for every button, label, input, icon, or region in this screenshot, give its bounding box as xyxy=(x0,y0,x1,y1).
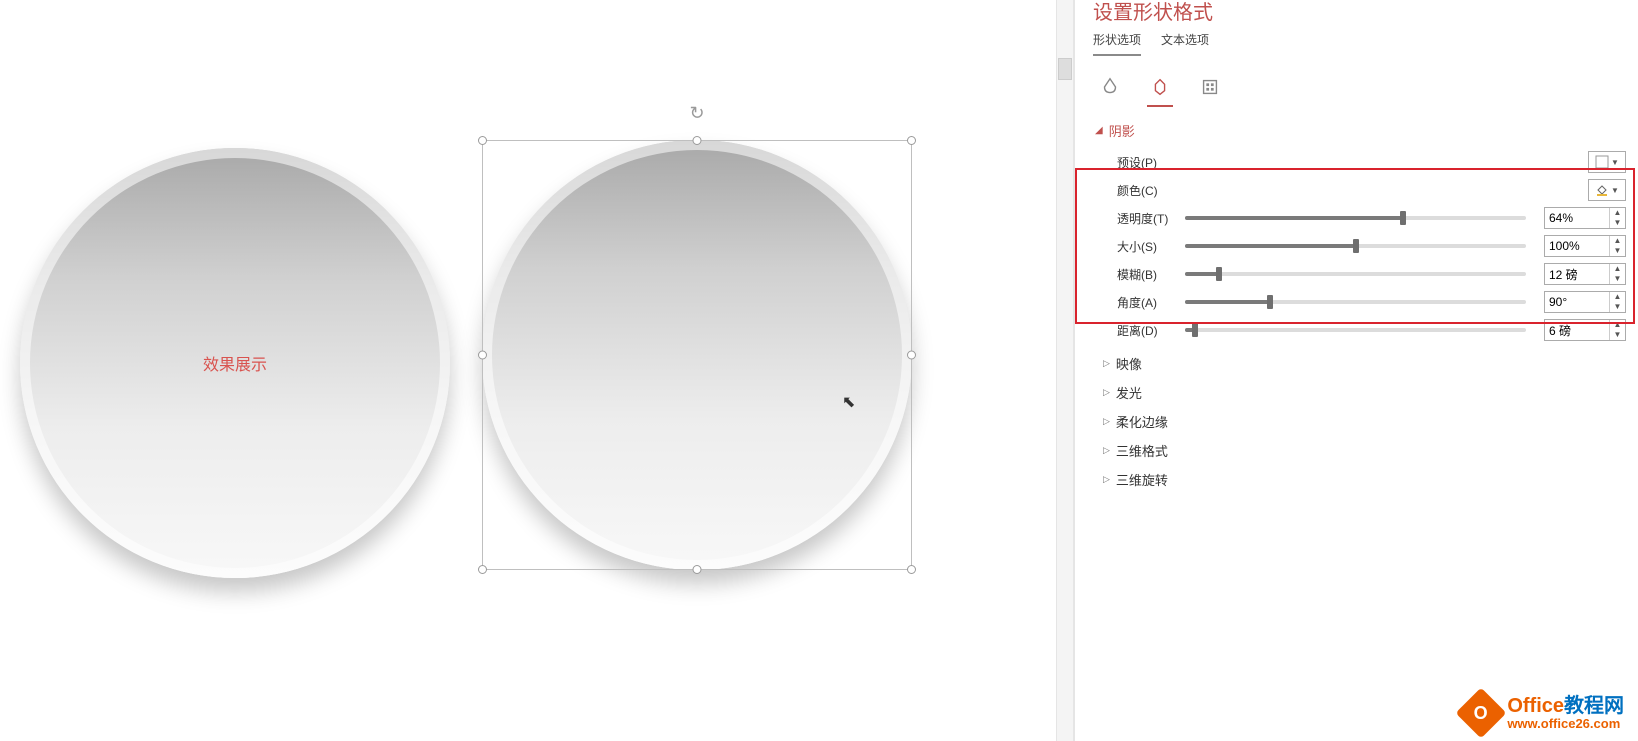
reflection-label: 映像 xyxy=(1116,354,1142,373)
preset-label: 预设(P) xyxy=(1117,154,1185,171)
color-row: 颜色(C) ▼ xyxy=(1093,176,1626,204)
reflection-section[interactable]: ▷ 映像 xyxy=(1103,354,1626,373)
watermark-logo-icon: O xyxy=(1456,687,1507,738)
shadow-section-header[interactable]: ◢ 阴影 xyxy=(1095,121,1626,140)
watermark: O Office教程网 www.office26.com xyxy=(1463,695,1624,731)
watermark-url: www.office26.com xyxy=(1507,717,1624,731)
chevron-down-icon: ▼ xyxy=(1611,186,1619,195)
slider-thumb[interactable] xyxy=(1400,211,1406,225)
size-slider[interactable] xyxy=(1185,244,1526,248)
distance-slider[interactable] xyxy=(1185,328,1526,332)
spin-down-icon[interactable]: ▼ xyxy=(1610,218,1625,228)
fill-line-icon[interactable] xyxy=(1097,74,1123,107)
slider-thumb[interactable] xyxy=(1192,323,1198,337)
chevron-down-icon: ▼ xyxy=(1611,158,1619,167)
format-3d-section[interactable]: ▷ 三维格式 xyxy=(1103,441,1626,460)
rotation-3d-label: 三维旋转 xyxy=(1116,470,1168,489)
spin-up-icon[interactable]: ▲ xyxy=(1610,292,1625,302)
format-3d-label: 三维格式 xyxy=(1116,441,1168,460)
color-label: 颜色(C) xyxy=(1117,182,1185,199)
panel-tabs: 形状选项 文本选项 xyxy=(1093,31,1626,56)
size-row: 大小(S) ▲▼ xyxy=(1093,232,1626,260)
glow-section[interactable]: ▷ 发光 xyxy=(1103,383,1626,402)
distance-spinner[interactable]: ▲▼ xyxy=(1544,319,1626,341)
format-shape-panel: 设置形状格式 形状选项 文本选项 ◢ 阴影 预设(P) ▼ 颜色(C) xyxy=(1074,0,1638,741)
soft-edges-label: 柔化边缘 xyxy=(1116,412,1168,431)
rotation-3d-section[interactable]: ▷ 三维旋转 xyxy=(1103,470,1626,489)
rotate-handle-icon[interactable]: ↻ xyxy=(689,103,704,124)
cursor-icon: ⬉ xyxy=(842,392,855,412)
resize-handle-ne[interactable] xyxy=(907,136,916,145)
blur-label: 模糊(B) xyxy=(1117,266,1185,283)
spin-up-icon[interactable]: ▲ xyxy=(1610,208,1625,218)
preset-dropdown[interactable]: ▼ xyxy=(1588,151,1626,173)
angle-input[interactable] xyxy=(1545,295,1609,309)
panel-scrollbar[interactable] xyxy=(1630,0,1638,741)
watermark-title: Office教程网 xyxy=(1507,695,1624,717)
slider-thumb[interactable] xyxy=(1267,295,1273,309)
spin-down-icon[interactable]: ▼ xyxy=(1610,330,1625,340)
slider-thumb[interactable] xyxy=(1216,267,1222,281)
spin-down-icon[interactable]: ▼ xyxy=(1610,302,1625,312)
distance-row: 距离(D) ▲▼ xyxy=(1093,316,1626,344)
distance-label: 距离(D) xyxy=(1117,322,1185,339)
soft-edges-section[interactable]: ▷ 柔化边缘 xyxy=(1103,412,1626,431)
spin-up-icon[interactable]: ▲ xyxy=(1610,264,1625,274)
effects-icon[interactable] xyxy=(1147,74,1173,107)
expand-icon: ▷ xyxy=(1103,387,1110,398)
size-input[interactable] xyxy=(1545,239,1609,253)
category-icons xyxy=(1097,74,1626,107)
circle-label: 效果展示 xyxy=(203,351,267,375)
transparency-label: 透明度(T) xyxy=(1117,210,1185,227)
preset-row: 预设(P) ▼ xyxy=(1093,148,1626,176)
slider-thumb[interactable] xyxy=(1353,239,1359,253)
preset-swatch-icon xyxy=(1595,155,1609,169)
size-spinner[interactable]: ▲▼ xyxy=(1544,235,1626,257)
tab-shape-options[interactable]: 形状选项 xyxy=(1093,31,1141,56)
expand-icon: ▷ xyxy=(1103,416,1110,427)
tab-text-options[interactable]: 文本选项 xyxy=(1161,31,1209,56)
shadow-header-label: 阴影 xyxy=(1109,121,1135,140)
blur-slider[interactable] xyxy=(1185,272,1526,276)
transparency-input[interactable] xyxy=(1545,211,1609,225)
glow-label: 发光 xyxy=(1116,383,1142,402)
example-circle-right[interactable] xyxy=(482,140,912,570)
color-dropdown[interactable]: ▼ xyxy=(1588,179,1626,201)
blur-input[interactable] xyxy=(1545,267,1609,281)
panel-title: 设置形状格式 xyxy=(1093,0,1626,25)
spin-up-icon[interactable]: ▲ xyxy=(1610,320,1625,330)
spin-down-icon[interactable]: ▼ xyxy=(1610,246,1625,256)
expand-icon: ▷ xyxy=(1103,445,1110,456)
resize-handle-se[interactable] xyxy=(907,565,916,574)
transparency-spinner[interactable]: ▲▼ xyxy=(1544,207,1626,229)
angle-row: 角度(A) ▲▼ xyxy=(1093,288,1626,316)
blur-row: 模糊(B) ▲▼ xyxy=(1093,260,1626,288)
transparency-row: 透明度(T) ▲▼ xyxy=(1093,204,1626,232)
transparency-slider[interactable] xyxy=(1185,216,1526,220)
spin-down-icon[interactable]: ▼ xyxy=(1610,274,1625,284)
size-label: 大小(S) xyxy=(1117,238,1185,255)
blur-spinner[interactable]: ▲▼ xyxy=(1544,263,1626,285)
size-properties-icon[interactable] xyxy=(1197,74,1223,107)
vertical-scrollbar-thumb[interactable] xyxy=(1058,58,1072,80)
expand-icon: ▷ xyxy=(1103,358,1110,369)
expand-icon: ▷ xyxy=(1103,474,1110,485)
resize-handle-sw[interactable] xyxy=(478,565,487,574)
vertical-scrollbar-track[interactable] xyxy=(1056,0,1074,741)
angle-spinner[interactable]: ▲▼ xyxy=(1544,291,1626,313)
spin-up-icon[interactable]: ▲ xyxy=(1610,236,1625,246)
paint-bucket-icon xyxy=(1595,183,1609,197)
example-circle-left[interactable]: 效果展示 xyxy=(20,148,450,578)
resize-handle-nw[interactable] xyxy=(478,136,487,145)
slide-canvas[interactable]: 效果展示 ↻ ⬉ xyxy=(0,0,1070,741)
collapse-icon: ◢ xyxy=(1095,125,1103,136)
angle-slider[interactable] xyxy=(1185,300,1526,304)
distance-input[interactable] xyxy=(1545,323,1609,337)
angle-label: 角度(A) xyxy=(1117,294,1185,311)
